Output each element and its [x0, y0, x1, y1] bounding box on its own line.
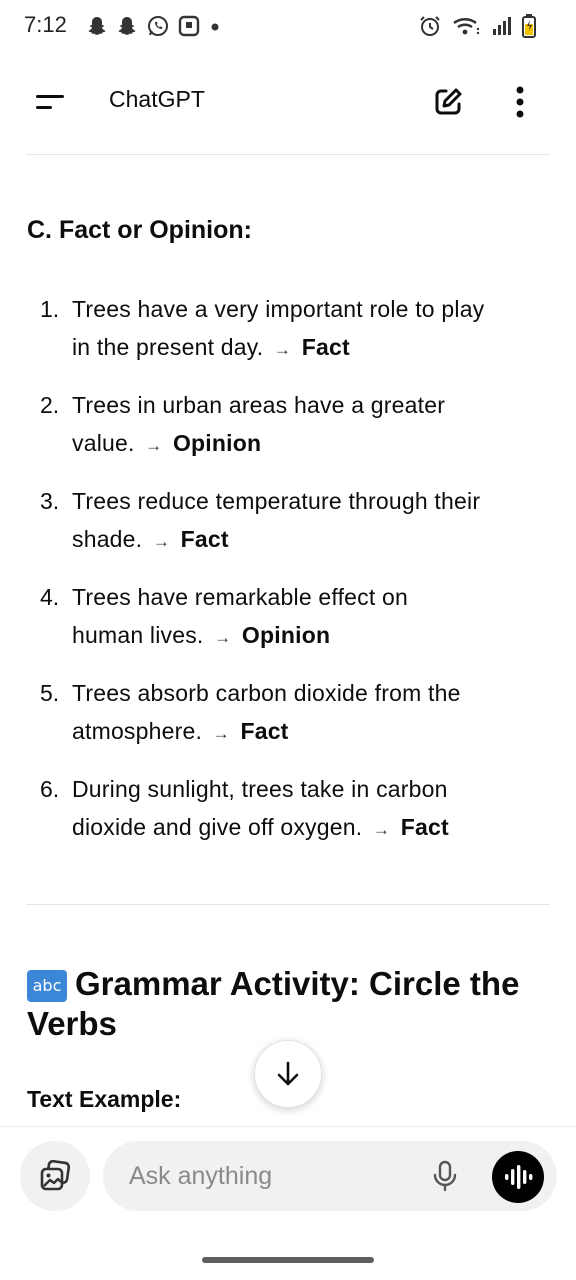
arrow-down-icon: [277, 1061, 299, 1086]
item-text: Trees reduce temperature through their s…: [72, 482, 556, 561]
app-title: ChatGPT: [109, 86, 205, 112]
list-item: 5. Trees absorb carbon dioxide from the …: [0, 674, 576, 770]
item-answer: Fact: [240, 718, 289, 744]
arrow-icon: →: [372, 820, 391, 839]
text-example-label: Text Example:: [27, 1086, 182, 1112]
new-chat-icon: [435, 88, 462, 115]
item-answer: Fact: [301, 334, 350, 360]
list-item: 3. Trees reduce temperature through thei…: [0, 482, 576, 578]
item-number: 3.: [40, 488, 60, 514]
microphone-icon: [433, 1160, 457, 1192]
item-line1: During sunlight, trees take in carbon: [72, 776, 448, 802]
item-line2: in the present day.: [72, 334, 264, 360]
header-divider: [26, 154, 550, 155]
signal-icon: [493, 17, 511, 35]
item-line2: shade.: [72, 526, 143, 552]
list-item: 2. Trees in urban areas have a greater v…: [0, 386, 576, 482]
item-text: Trees have a very important role to play…: [72, 290, 556, 369]
item-number: 2.: [40, 392, 60, 418]
item-line1: Trees have a very important role to play: [72, 296, 485, 322]
item-text: During sunlight, trees take in carbon di…: [72, 770, 556, 849]
dot-icon: [211, 23, 219, 31]
scroll-to-bottom-button[interactable]: [254, 1040, 322, 1108]
snapchat-icon: [118, 17, 136, 35]
attach-image-button[interactable]: [20, 1141, 90, 1211]
item-line1: Trees in urban areas have a greater: [72, 392, 446, 418]
notification-icon: [178, 15, 200, 37]
home-indicator[interactable]: [202, 1257, 374, 1263]
list-item: 1. Trees have a very important role to p…: [0, 290, 576, 386]
status-bar: 7:12: [0, 0, 576, 52]
list-item: 4. Trees have remarkable effect on human…: [0, 578, 576, 674]
item-line1: Trees reduce temperature through their: [72, 488, 481, 514]
item-answer: Fact: [400, 814, 449, 840]
item-answer: Fact: [180, 526, 229, 552]
item-text: Trees in urban areas have a greater valu…: [72, 386, 556, 465]
whatsapp-icon: [148, 16, 168, 36]
arrow-icon: →: [212, 724, 230, 743]
item-number: 5.: [40, 680, 60, 706]
voice-waveform-icon: [505, 1165, 533, 1189]
fact-opinion-list: 1. Trees have a very important role to p…: [0, 290, 576, 866]
more-options-button[interactable]: [502, 82, 538, 122]
item-answer: Opinion: [241, 622, 331, 648]
section-heading: C. Fact or Opinion:: [27, 216, 252, 244]
item-text: Trees have remarkable effect on human li…: [72, 578, 556, 657]
menu-button[interactable]: [30, 84, 70, 120]
abc-emoji-icon: abc: [27, 970, 67, 1002]
menu-icon: [36, 95, 64, 109]
message-input-container: [103, 1141, 557, 1211]
item-number: 1.: [40, 296, 60, 322]
status-time: 7:12: [24, 12, 67, 37]
item-line2: human lives.: [72, 622, 204, 648]
status-notification-icons: [86, 14, 222, 38]
alarm-icon: [420, 16, 440, 36]
battery-charging-icon: [522, 14, 536, 38]
more-vertical-icon: [516, 86, 524, 118]
status-system-icons: [418, 14, 536, 38]
arrow-icon: →: [152, 532, 171, 551]
item-line2: dioxide and give off oxygen.: [72, 814, 363, 840]
voice-mode-button[interactable]: [492, 1151, 544, 1203]
grammar-heading: abc Grammar Activity: Circle the Verbs: [27, 964, 557, 1044]
arrow-icon: →: [214, 628, 232, 647]
arrow-icon: →: [273, 340, 292, 359]
item-answer: Opinion: [172, 430, 262, 456]
section-divider: [26, 904, 550, 905]
item-number: 6.: [40, 776, 60, 802]
item-line2: atmosphere.: [72, 718, 203, 744]
message-input[interactable]: [129, 1141, 419, 1211]
item-line2: value.: [72, 430, 135, 456]
arrow-icon: →: [145, 436, 163, 455]
item-line1: Trees have remarkable effect on: [72, 584, 409, 610]
new-chat-button[interactable]: [428, 82, 468, 122]
item-line1: Trees absorb carbon dioxide from the: [72, 680, 461, 706]
image-gallery-icon: [40, 1159, 71, 1191]
wifi-icon: [453, 18, 480, 35]
dictate-button[interactable]: [427, 1158, 463, 1194]
grammar-heading-text: Grammar Activity: Circle the Verbs: [27, 965, 520, 1042]
snapchat-icon: [88, 17, 106, 35]
item-text: Trees absorb carbon dioxide from the atm…: [72, 674, 556, 753]
item-number: 4.: [40, 584, 60, 610]
app-header: ChatGPT: [0, 62, 576, 142]
list-item: 6. During sunlight, trees take in carbon…: [0, 770, 576, 866]
